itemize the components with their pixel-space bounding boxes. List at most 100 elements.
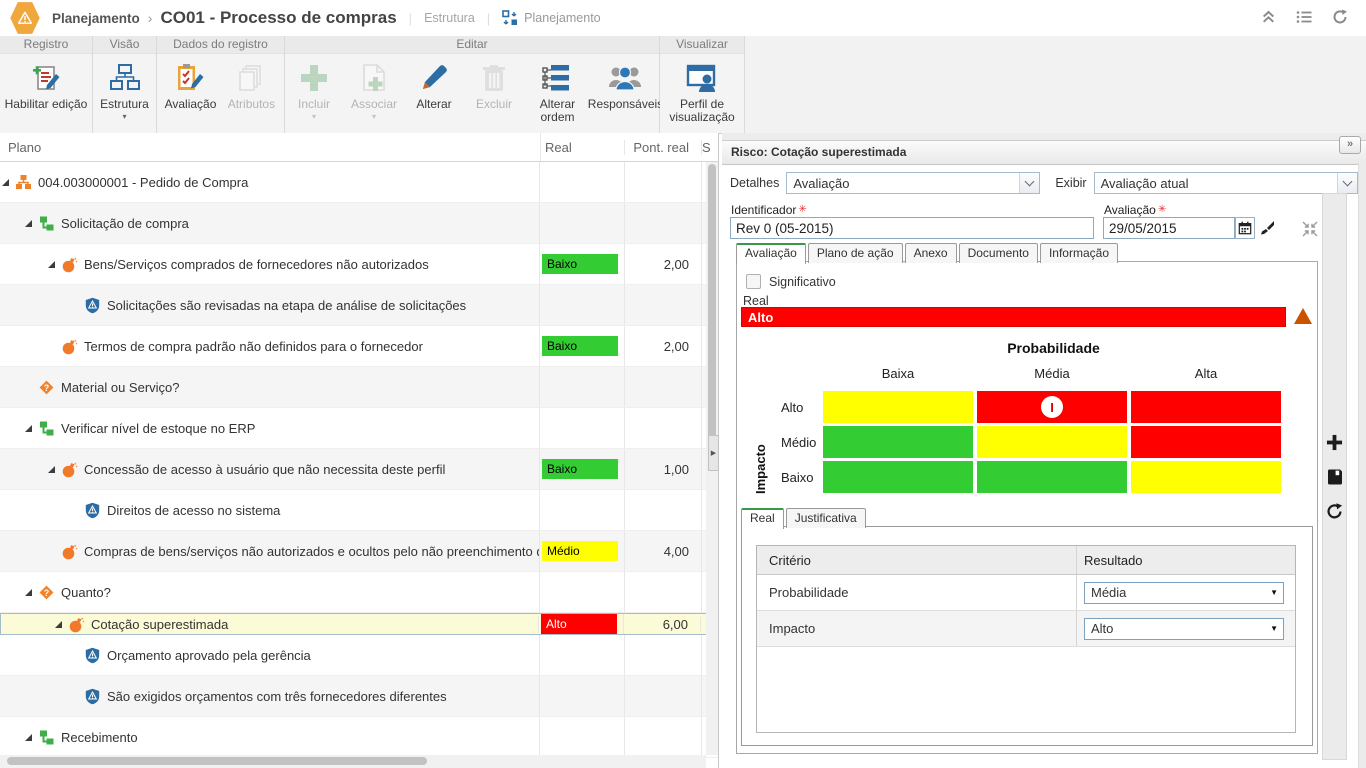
tree-row[interactable]: Bens/Serviços comprados de fornecedores … [0,244,718,285]
expand-arrow-icon[interactable] [25,425,36,432]
alterar-button[interactable]: Alterar [405,59,463,113]
compress-panel-icon[interactable] [1302,221,1318,240]
button-label: Excluir [476,98,512,111]
tab-anexo[interactable]: Anexo [905,243,957,263]
perfil-de-visualiza-o-button[interactable]: Perfil de visualização [660,59,744,126]
avaliacao-date-input[interactable] [1103,217,1235,239]
alterar-ordem-button[interactable]: Alterar ordem [525,59,590,126]
save-icon[interactable] [1327,469,1343,488]
tab-informa-o[interactable]: Informação [1040,243,1118,263]
pont-real-value: 2,00 [625,326,702,366]
matrix-row: AltoI [737,391,1285,423]
tree-row[interactable]: Solicitação de compra [0,203,718,244]
estrutura-button[interactable]: Estrutura▾ [96,59,154,122]
tree-row[interactable]: Solicitações são revisadas na etapa de a… [0,285,718,326]
clear-field-brush-icon[interactable] [1257,217,1277,239]
expand-arrow-icon[interactable] [25,220,36,227]
expand-arrow-icon[interactable] [48,261,59,268]
divider: | [409,11,412,26]
expand-arrow-icon[interactable] [55,621,66,628]
calendar-icon[interactable] [1235,217,1255,239]
tree-row-label: Termos de compra padrão não definidos pa… [84,339,423,354]
ribbon-group-label: Editar [285,36,659,54]
matrix-cell-alto-média[interactable]: I [977,391,1127,423]
expand-arrow-icon[interactable] [25,734,36,741]
ribbon-group-label: Visão [93,36,156,54]
tree-row[interactable]: Cotação superestimadaAlto6,00 [0,613,718,635]
button-label: Atributos [228,98,275,111]
column-header-plano[interactable]: Plano [0,133,541,161]
real-label: Real [743,294,769,308]
tree-row[interactable]: ?Material ou Serviço? [0,367,718,408]
refresh-icon[interactable] [1332,9,1348,28]
tree-row[interactable]: 004.003000001 - Pedido de Compra [0,162,718,203]
scrollbar-thumb[interactable] [7,757,427,765]
identificador-input[interactable] [730,217,1094,239]
matrix-cell-alto-alta[interactable] [1131,391,1281,423]
refresh-icon[interactable] [1326,503,1343,523]
matrix-cell-baixo-baixa[interactable] [823,461,973,493]
tree-row[interactable]: Direitos de acesso no sistema [0,490,718,531]
link-planejamento[interactable]: Planejamento [524,11,600,25]
tab-avalia-o[interactable]: Avaliação [736,243,806,264]
column-header-s[interactable]: S [702,140,718,155]
detalhes-select[interactable]: Avaliação [786,172,1040,194]
tree-horizontal-scrollbar[interactable] [0,755,706,768]
tree-row-label: Compras de bens/serviços não autorizados… [84,544,540,559]
pont-real-value [625,635,702,675]
respons-veis-button[interactable]: Responsáveis [592,59,659,113]
button-label: Incluir [298,98,330,111]
tree-row[interactable]: Concessão de acesso à usuário que não ne… [0,449,718,490]
tree-row[interactable]: Recebimento [0,717,718,758]
sub-tab-real[interactable]: Real [741,508,784,529]
tree-row[interactable]: ?Quanto? [0,572,718,613]
tree-row[interactable]: Verificar nível de estoque no ERP [0,408,718,449]
exibir-select[interactable]: Avaliação atual [1094,172,1358,194]
scrollbar-thumb[interactable] [708,164,716,454]
sub-tab-justificativa[interactable]: Justificativa [786,508,866,528]
risk-icon [68,616,85,633]
real-rating-badge: Médio [542,541,618,561]
side-toolbar-strip [1322,193,1347,760]
panel-splitter-handle[interactable]: ▶ [708,435,719,471]
tree-row[interactable]: Compras de bens/serviços não autorizados… [0,531,718,572]
matrix-cell-baixo-média[interactable] [977,461,1127,493]
significativo-checkbox[interactable] [746,274,761,289]
pont-real-value [625,572,702,612]
matrix-cell-médio-média[interactable] [977,426,1127,458]
link-estrutura[interactable]: Estrutura [424,11,475,25]
panel-collapse-button[interactable]: » [1339,136,1361,154]
pencil-icon [419,61,449,95]
page-scrollbar-track[interactable] [1358,163,1366,768]
expand-arrow-icon[interactable] [2,179,13,186]
matrix-cell-alto-baixa[interactable] [823,391,973,423]
tab-plano-de-a-o[interactable]: Plano de ação [808,243,903,263]
add-evaluation-icon[interactable] [1326,434,1343,454]
tree-row[interactable]: Termos de compra padrão não definidos pa… [0,326,718,367]
expand-arrow-icon[interactable] [48,466,59,473]
ribbon-group-editar: EditarIncluir▾Associar▾AlterarExcluirAlt… [285,36,660,133]
significativo-label: Significativo [769,275,836,289]
expand-arrow-icon[interactable] [25,589,36,596]
matrix-cell-médio-alta[interactable] [1131,426,1281,458]
page-plus-icon [360,61,388,95]
svg-text:?: ? [44,588,50,598]
matrix-cell-baixo-alta[interactable] [1131,461,1281,493]
plus-big-icon [299,61,329,95]
column-header-pont-real[interactable]: Pont. real [625,140,702,155]
tab-documento[interactable]: Documento [959,243,1038,263]
probabilidade-select[interactable]: Média [1084,582,1284,604]
tree-row[interactable]: Orçamento aprovado pela gerência [0,635,718,676]
org-chart-icon [109,61,141,95]
impacto-select[interactable]: Alto [1084,618,1284,640]
matrix-cell-médio-baixa[interactable] [823,426,973,458]
breadcrumb[interactable]: Planejamento [52,11,140,26]
criteria-table-header: Critério Resultado [757,546,1295,575]
habilitar-edi-o-button[interactable]: Habilitar edição [1,59,92,113]
column-header-real[interactable]: Real [541,140,625,155]
list-view-icon[interactable] [1296,10,1312,27]
tree-row-label: 004.003000001 - Pedido de Compra [38,175,248,190]
avalia-o-button[interactable]: Avaliação [161,59,221,113]
collapse-all-icon[interactable] [1261,9,1276,27]
tree-row[interactable]: São exigidos orçamentos com três fornece… [0,676,718,717]
